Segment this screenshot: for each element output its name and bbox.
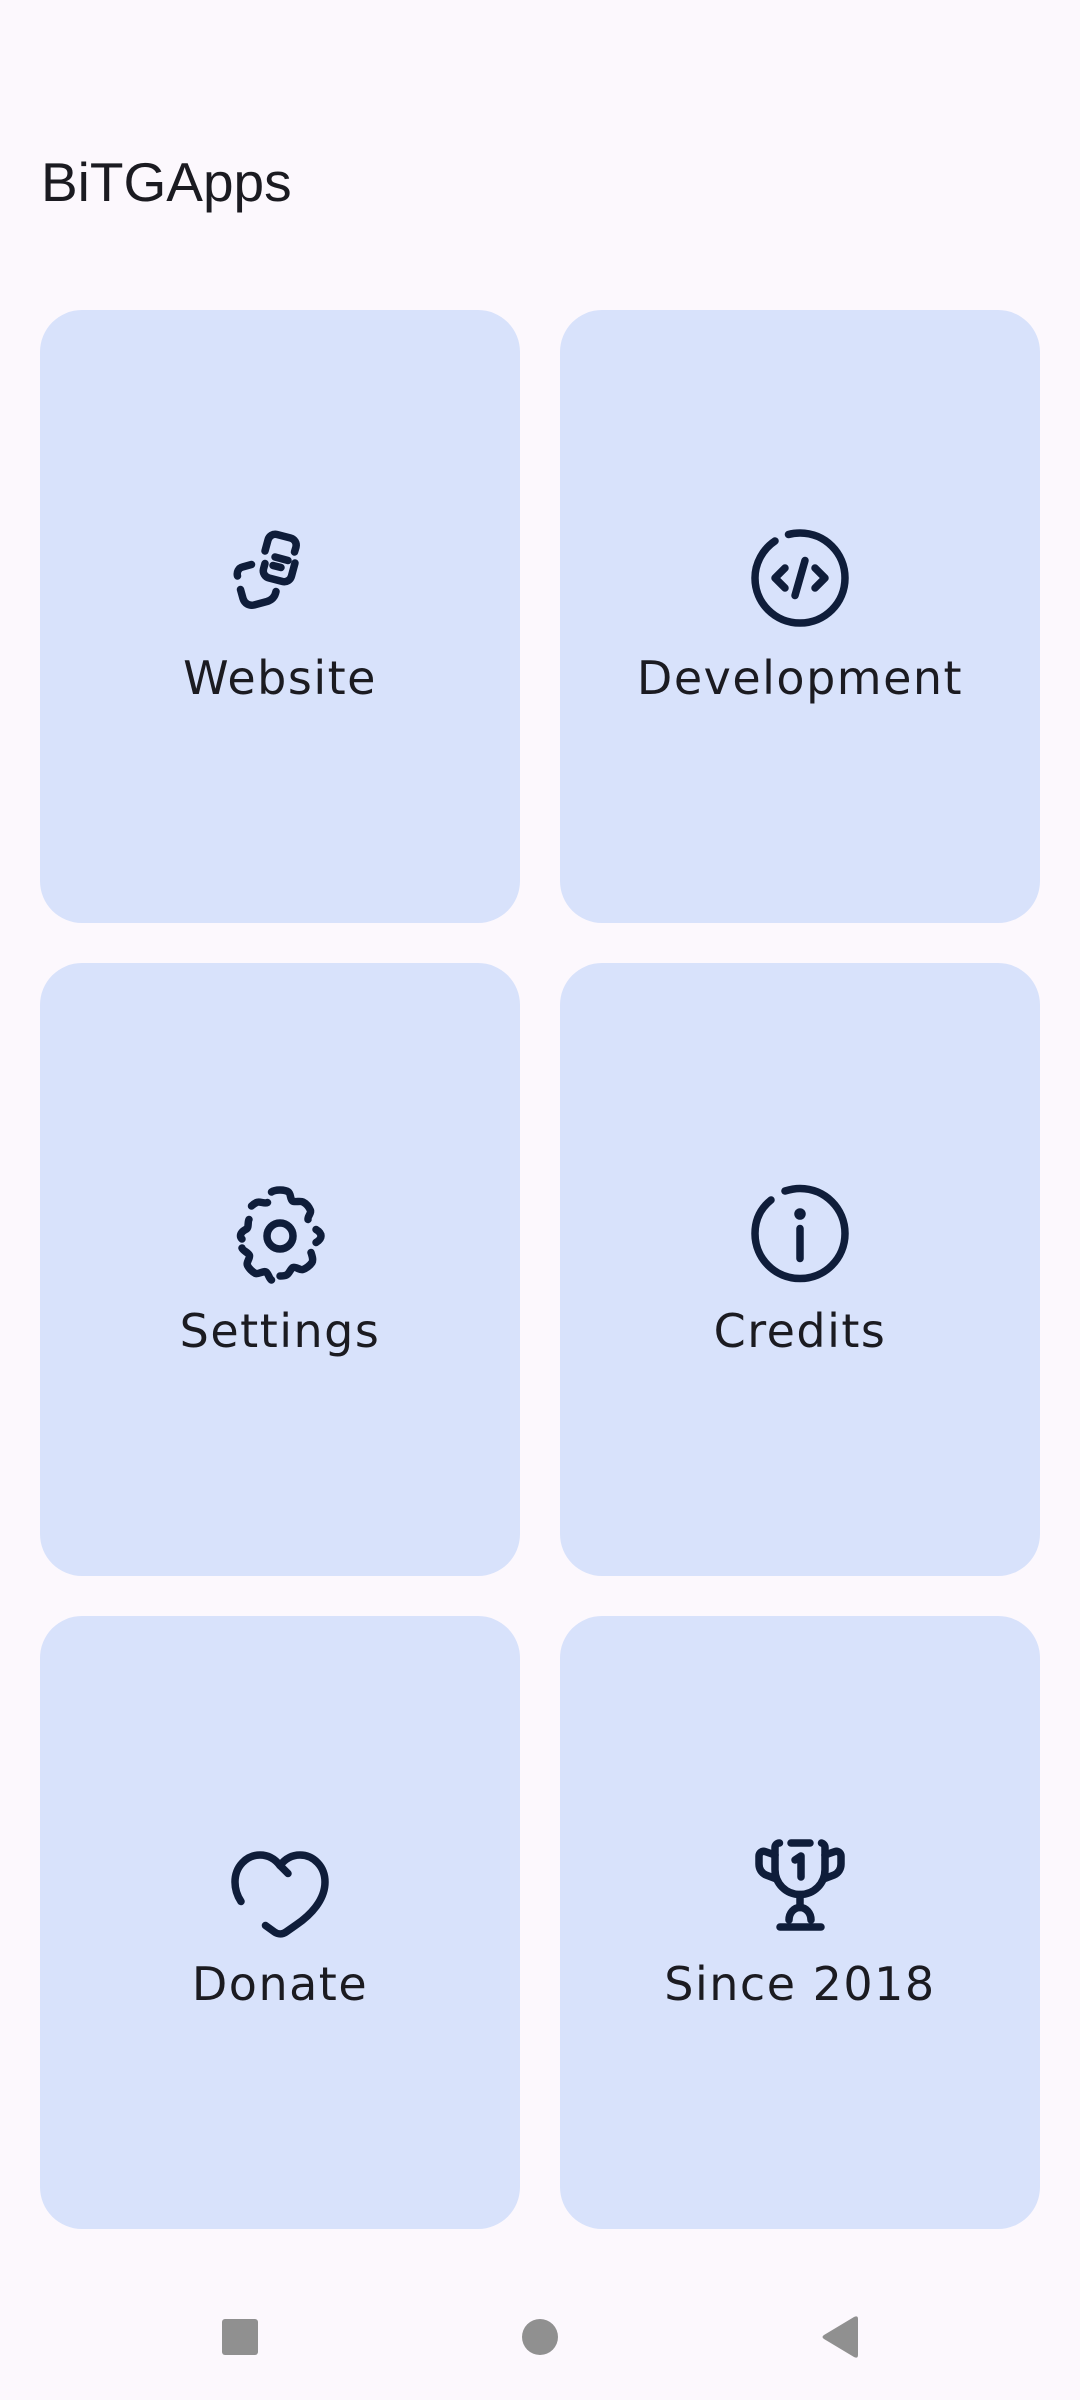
since-2018-card[interactable]: Since 2018 [560,1616,1040,2229]
info-icon [740,1176,860,1296]
website-card[interactable]: Website [40,310,520,923]
heart-icon [220,1829,340,1949]
system-navigation-bar [0,2274,1080,2400]
since-2018-label: Since 2018 [664,1956,936,2011]
development-label: Development [636,650,964,705]
back-triangle-icon [822,2316,858,2358]
settings-label: Settings [179,1303,381,1358]
trophy-icon [740,1829,860,1949]
website-icon [220,523,340,643]
back-button[interactable] [770,2274,910,2400]
circle-icon [522,2319,558,2355]
screen: BiTGApps Website Development Settings Cr… [0,0,1080,2400]
donate-label: Donate [191,1956,369,2011]
home-button[interactable] [470,2274,610,2400]
donate-card[interactable]: Donate [40,1616,520,2229]
website-label: Website [183,650,377,705]
square-icon [222,2319,258,2355]
code-icon [740,523,860,643]
recents-button[interactable] [170,2274,310,2400]
development-card[interactable]: Development [560,310,1040,923]
credits-card[interactable]: Credits [560,963,1040,1576]
gear-icon [220,1176,340,1296]
app-title: BiTGApps [41,151,292,213]
settings-card[interactable]: Settings [40,963,520,1576]
credits-label: Credits [713,1303,887,1358]
